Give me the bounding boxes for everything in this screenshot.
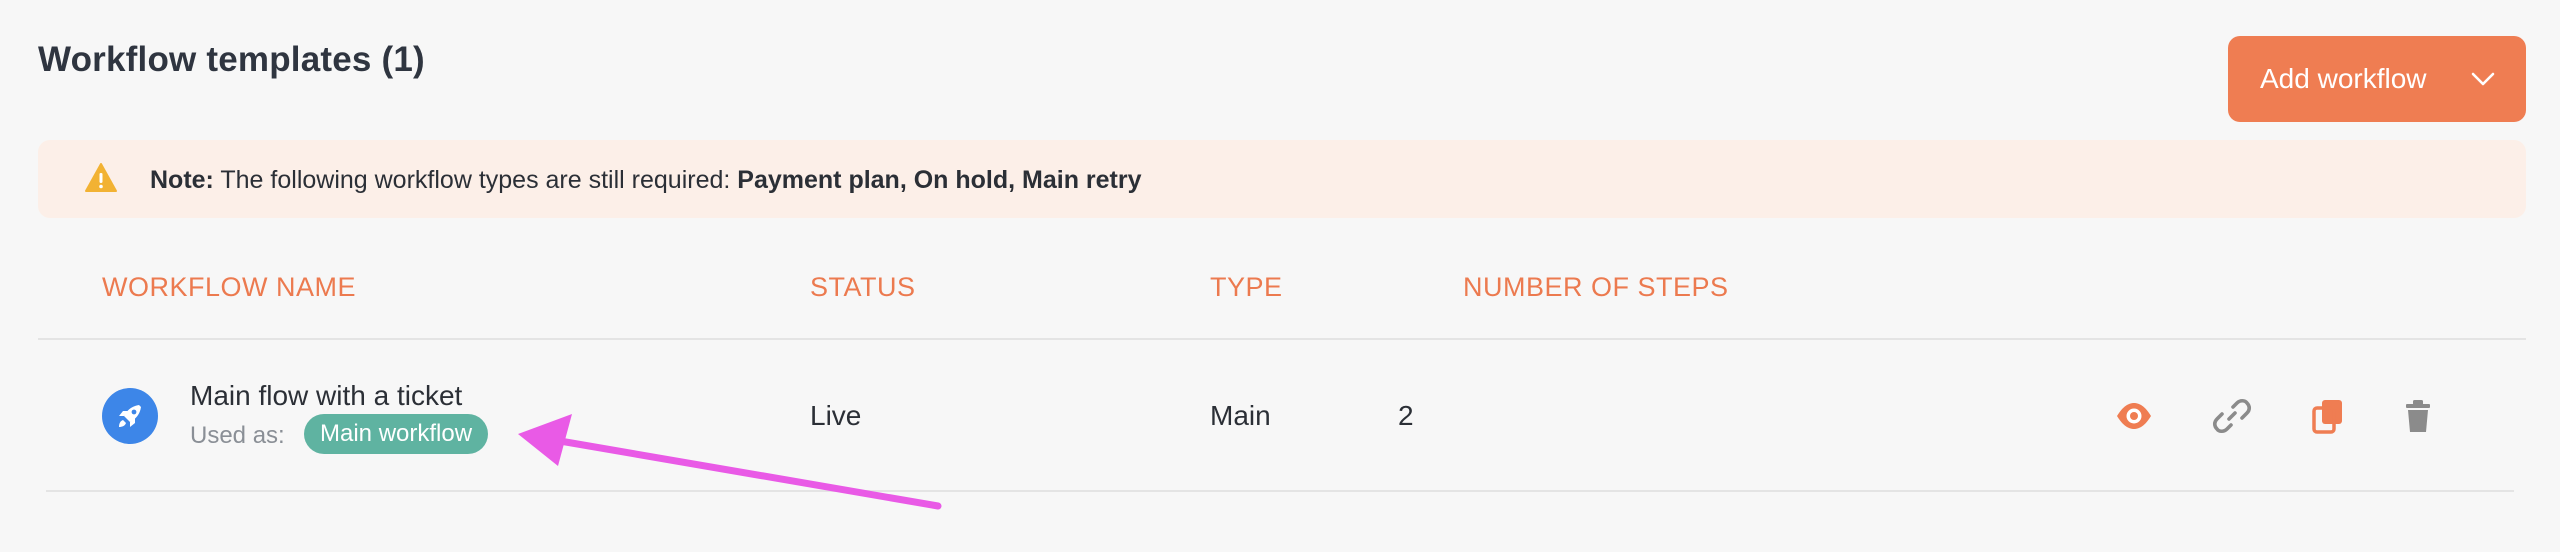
column-header-status[interactable]: STATUS xyxy=(810,272,916,303)
workflow-name[interactable]: Main flow with a ticket xyxy=(190,380,462,412)
table-header-divider xyxy=(38,338,2526,340)
column-header-number-of-steps[interactable]: NUMBER OF STEPS xyxy=(1463,272,1729,303)
view-icon[interactable] xyxy=(2114,396,2154,436)
chevron-down-icon[interactable] xyxy=(2470,66,2496,92)
used-as-badge: Main workflow xyxy=(304,414,489,454)
required-workflows-note: Note: The following workflow types are s… xyxy=(38,140,2526,218)
link-icon[interactable] xyxy=(2212,396,2252,436)
used-as-label: Used as: xyxy=(190,422,285,449)
delete-icon[interactable] xyxy=(2398,396,2438,436)
note-prefix: Note: xyxy=(150,166,214,194)
workflow-avatar xyxy=(102,388,158,444)
workflow-status: Live xyxy=(810,400,862,431)
note-text: Note: The following workflow types are s… xyxy=(150,166,1142,195)
table-row-divider xyxy=(46,490,2514,492)
page-title: Workflow templates (1) xyxy=(38,40,425,79)
rocket-icon xyxy=(119,405,141,427)
column-header-workflow-name[interactable]: WORKFLOW NAME xyxy=(102,272,356,303)
note-message: The following workflow types are still r… xyxy=(213,166,738,194)
warning-icon xyxy=(85,163,117,192)
note-required-types: Payment plan, On hold, Main retry xyxy=(737,166,1142,194)
add-workflow-button[interactable]: Add workflow xyxy=(2228,36,2526,122)
workflow-type: Main xyxy=(1210,400,1271,431)
workflow-templates-page: Workflow templates (1) Add workflow Note… xyxy=(0,0,2560,552)
add-workflow-label: Add workflow xyxy=(2260,63,2427,94)
copy-icon[interactable] xyxy=(2308,396,2348,436)
workflow-steps: 2 xyxy=(1398,400,1414,431)
column-header-type[interactable]: TYPE xyxy=(1210,272,1283,303)
